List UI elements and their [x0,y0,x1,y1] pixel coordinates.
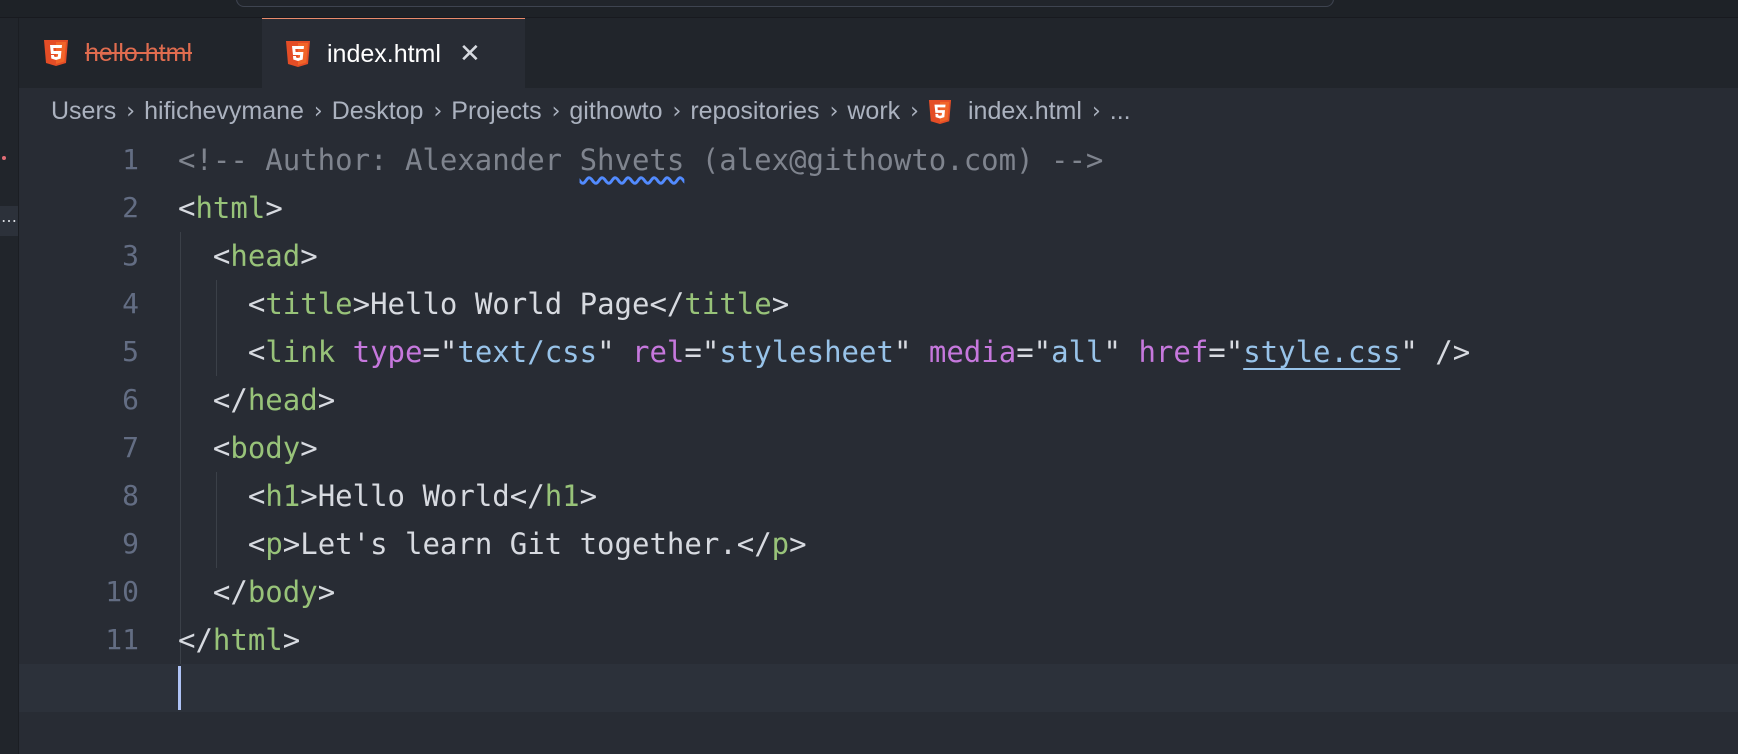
tag-name: link [265,335,336,369]
html5-icon [286,41,310,67]
breadcrumb-item[interactable]: githowto [569,97,662,126]
comment: (alex@githowto.com) --> [684,143,1104,177]
line-number-gutter: 1 2 3 4 5 6 7 8 9 10 11 12 [19,136,139,736]
attribute-name: media [928,335,1017,369]
tag-name: h1 [544,479,580,513]
chevron-right-icon: › [551,99,561,124]
title-bar [0,0,1738,18]
chevron-right-icon: › [126,99,136,124]
text-content: Hello World [317,479,510,513]
code-line-3: <head> [212,239,318,273]
line-number: 8 [122,479,139,512]
code-line-7: <body> [212,431,318,465]
line-number: 9 [122,527,139,560]
code-editor[interactable]: Users › hifichevymane › Desktop › Projec… [19,88,1738,754]
tag-name: p [265,527,283,561]
line-number: 2 [122,191,139,224]
code-line-11: </html> [178,623,301,657]
breadcrumb-item[interactable]: Users [51,97,116,126]
attribute-value: all [1051,335,1104,369]
code-line-8: <h1>Hello World</h1> [247,479,598,513]
editor-tabs: hello.html index.html ✕ [19,18,1738,89]
line-number: 10 [105,575,139,608]
tag-name: html [212,623,283,657]
breadcrumb-item[interactable]: work [847,97,900,126]
code-line-9: <p>Let's learn Git together.</p> [247,527,807,561]
close-icon[interactable]: ✕ [459,41,481,67]
tab-label: hello.html [85,38,192,67]
chevron-right-icon: › [433,99,443,124]
attribute-value: text/css [457,335,598,369]
line-number: 11 [105,623,139,656]
line-number: 3 [122,239,139,272]
tab-hello-html[interactable]: hello.html [19,18,261,88]
command-center[interactable] [236,0,1334,7]
activity-bar: … [0,18,19,754]
breadcrumb-more[interactable]: ... [1110,97,1131,126]
code-line-10: </body> [212,575,336,609]
tag-name: body [230,431,301,465]
tag-name: head [230,239,301,273]
href-link[interactable]: style.css [1243,335,1400,369]
chevron-right-icon: › [672,99,682,124]
html5-icon [928,99,952,124]
breadcrumb-item[interactable]: Projects [451,97,541,126]
text-content: Hello World Page [370,287,650,321]
ellipsis-icon[interactable]: … [0,206,18,236]
modified-indicator [2,156,6,160]
breadcrumb: Users › hifichevymane › Desktop › Projec… [51,88,1131,135]
code-line-12-current[interactable] [19,664,1738,712]
text-content: Let's learn Git together. [300,527,737,561]
breadcrumb-item[interactable]: repositories [690,97,819,126]
code-line-6: </head> [212,383,336,417]
attribute-name: href [1138,335,1209,369]
text-cursor [178,666,181,710]
breadcrumb-item[interactable]: Desktop [332,97,424,126]
code-line-5: <link type="text/css" rel="stylesheet" m… [247,335,1471,369]
breadcrumb-file-label: index.html [967,97,1082,125]
code-line-4: <title>Hello World Page</title> [247,287,790,321]
code-line-2: <html> [178,191,283,225]
tag-name: p [771,527,790,561]
tag-name: body [247,575,318,609]
comment: <!-- Author: Alexander [178,143,580,177]
tag-name: head [247,383,318,417]
tag-name: title [265,287,353,321]
attribute-name: type [352,335,423,369]
chevron-right-icon: › [313,99,323,124]
attribute-value: stylesheet [719,335,894,369]
chevron-right-icon: › [1091,99,1101,124]
line-number: 5 [122,335,139,368]
chevron-right-icon: › [910,99,919,124]
breadcrumb-item[interactable]: hifichevymane [144,97,304,126]
line-number: 4 [122,287,139,320]
attribute-name: rel [632,335,685,369]
html5-icon [44,40,68,66]
tab-index-html[interactable]: index.html ✕ [262,18,525,89]
breadcrumb-file[interactable]: index.html [928,97,1082,126]
tag-name: html [195,191,266,225]
code-area[interactable]: <!-- Author: Alexander Shvets (alex@gith… [19,136,1738,736]
tag-name: title [684,287,772,321]
spelling-warning[interactable]: Shvets [580,143,685,177]
code-line-1: <!-- Author: Alexander Shvets (alex@gith… [178,136,1103,184]
tag-name: h1 [265,479,301,513]
chevron-right-icon: › [829,99,839,124]
line-number: 1 [122,143,139,176]
tab-label: index.html [327,39,441,68]
line-number: 6 [122,383,139,416]
line-number: 7 [122,431,139,464]
